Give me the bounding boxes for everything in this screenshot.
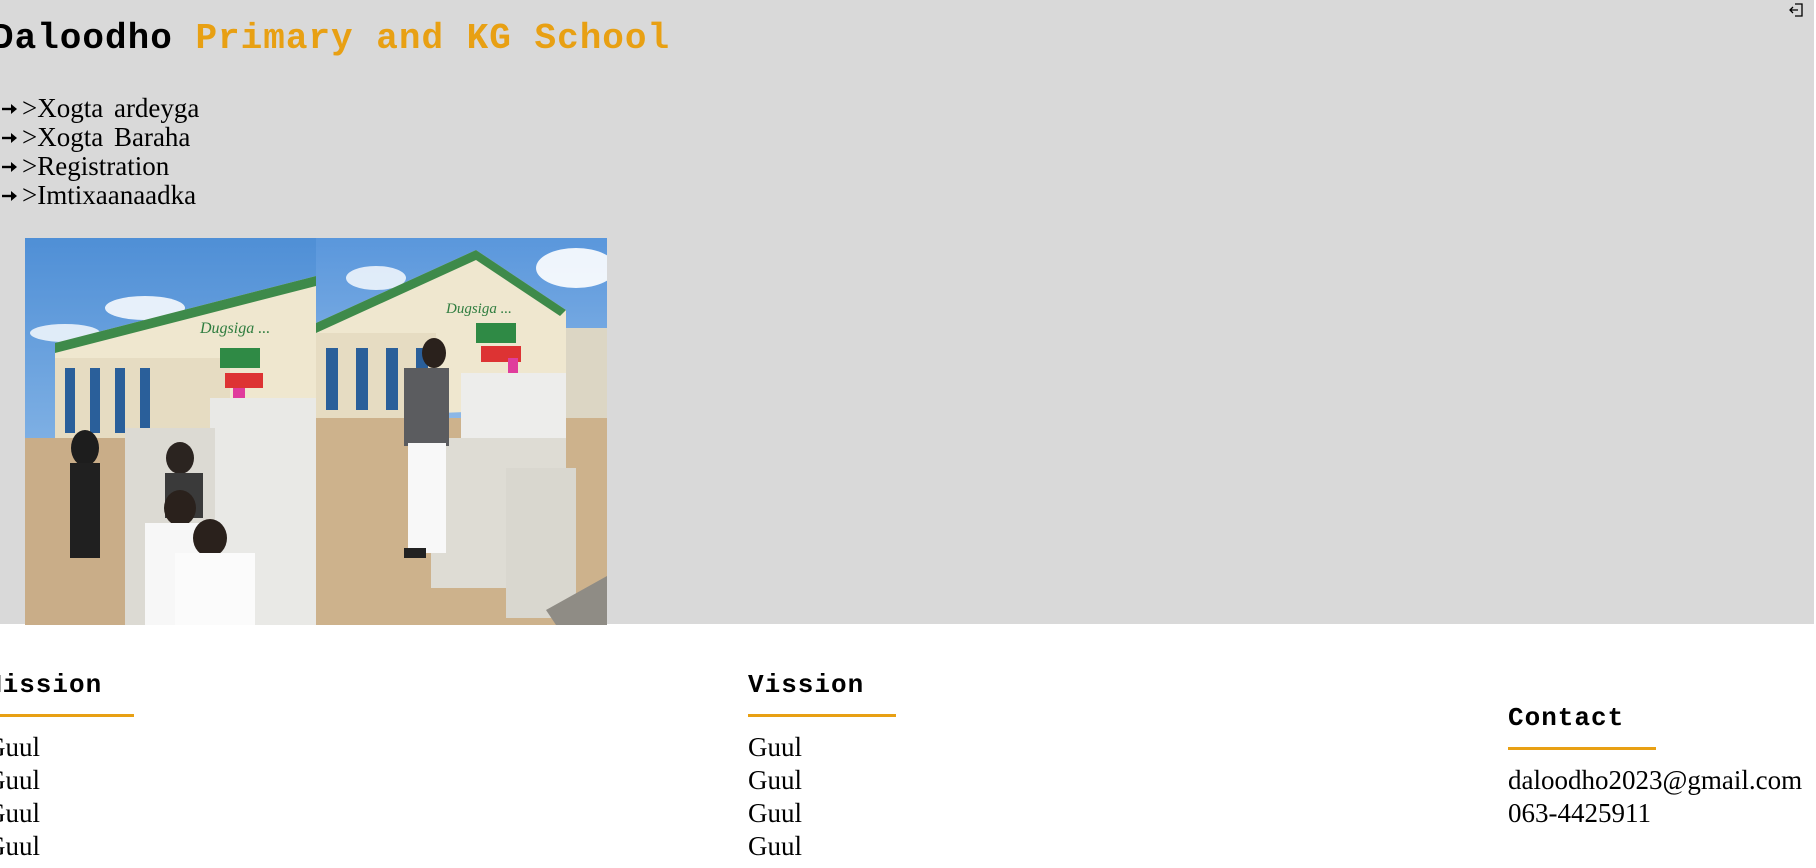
vission-line: Guul <box>748 831 802 861</box>
nav-item-label: >Registration <box>22 151 170 181</box>
contact-phone[interactable]: 063-4425911 <box>1508 797 1802 830</box>
arrow-right-icon <box>2 132 17 143</box>
mission-line: Guul <box>0 765 40 795</box>
school-photo-left: Dugsiga ... <box>25 238 316 625</box>
school-photo: Dugsiga ... Dugsiga ... <box>25 238 607 625</box>
nav-item-label: >Xogta ardeyga <box>22 93 200 123</box>
page-title: Daloodho Primary and KG School <box>0 18 670 59</box>
contact-heading: Contact <box>1508 703 1625 733</box>
mission-divider <box>0 714 134 717</box>
nav-item-label: >Imtixaanaadka <box>22 180 197 210</box>
svg-text:Dugsiga ...: Dugsiga ... <box>445 301 512 317</box>
vission-line: Guul <box>748 798 802 828</box>
hero-section: Daloodho Primary and KG School >Xogta ar… <box>0 0 1814 625</box>
title-school-type: Primary and KG School <box>195 18 671 59</box>
svg-text:Dugsiga ...: Dugsiga ... <box>199 320 270 337</box>
mission-line: Guul <box>0 798 40 828</box>
arrow-right-icon <box>2 161 17 172</box>
mission-section: Mission Guul Guul Guul Guul <box>0 670 134 863</box>
nav-item-label: >Xogta Baraha <box>22 122 191 152</box>
logout-icon[interactable] <box>1788 2 1804 18</box>
vission-line: Guul <box>748 732 802 762</box>
school-photo-right: Dugsiga ... <box>316 238 607 625</box>
nav-item-xogta-baraha[interactable]: >Xogta Baraha <box>0 123 199 152</box>
arrow-right-icon <box>2 190 17 201</box>
mission-line: Guul <box>0 831 40 861</box>
contact-email[interactable]: daloodho2023@gmail.com <box>1508 764 1802 797</box>
mission-heading: Mission <box>0 670 103 700</box>
vission-heading: Vission <box>748 670 865 700</box>
mission-line: Guul <box>0 732 40 762</box>
nav-menu: >Xogta ardeyga >Xogta Baraha >Registrati… <box>0 94 199 210</box>
vission-line: Guul <box>748 765 802 795</box>
nav-item-registration[interactable]: >Registration <box>0 152 199 181</box>
nav-item-xogta-ardeyga[interactable]: >Xogta ardeyga <box>0 94 199 123</box>
contact-divider <box>1508 747 1656 750</box>
vission-section: Vission Guul Guul Guul Guul <box>748 670 896 863</box>
title-school-name: Daloodho <box>0 18 173 59</box>
nav-item-imtixaanaadka[interactable]: >Imtixaanaadka <box>0 181 199 210</box>
arrow-right-icon <box>2 103 17 114</box>
contact-section: Contact daloodho2023@gmail.com 063-44259… <box>1508 703 1802 830</box>
vission-divider <box>748 714 896 717</box>
